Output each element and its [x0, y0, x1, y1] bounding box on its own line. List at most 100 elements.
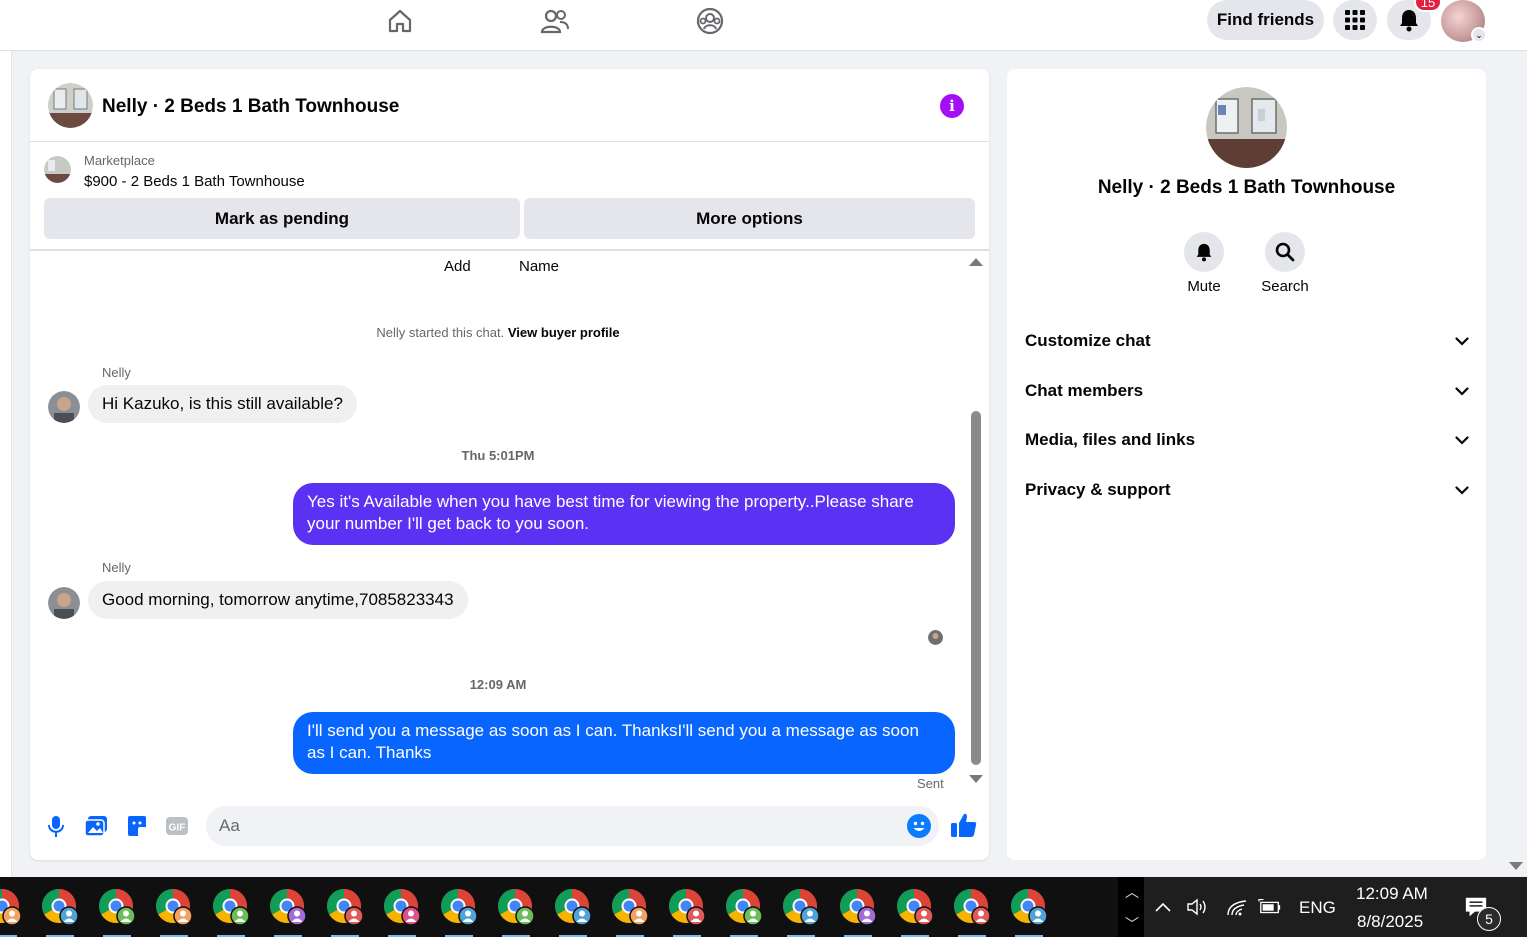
chat-started-text: Nelly started this chat. [376, 325, 505, 340]
chevron-down-icon [1455, 336, 1469, 346]
message-input[interactable] [206, 806, 939, 846]
find-friends-button[interactable]: Find friends [1207, 0, 1324, 40]
battery-icon[interactable] [1258, 895, 1282, 919]
thumbs-up-icon[interactable] [950, 811, 978, 839]
chrome-icon[interactable] [1009, 887, 1049, 937]
message-timestamp: 12:09 AM [469, 677, 527, 692]
friends-icon[interactable] [538, 4, 572, 38]
section-label: Privacy & support [1025, 480, 1171, 499]
search-icon [1275, 242, 1295, 262]
chevron-down-icon [1455, 435, 1469, 445]
chrome-icon[interactable] [496, 887, 536, 937]
action-center-badge: 5 [1477, 907, 1501, 931]
taskbar-app-list [0, 877, 1118, 937]
chrome-icon[interactable] [325, 887, 365, 937]
listing-thumbnail[interactable] [44, 156, 71, 183]
outgoing-message[interactable]: I'll send you a message as soon as I can… [293, 712, 955, 774]
scroll-up-arrow-icon[interactable] [969, 258, 983, 266]
section-label: Customize chat [1025, 331, 1151, 350]
messages-scrollbar[interactable] [969, 258, 983, 788]
search-button[interactable] [1265, 232, 1305, 272]
chrome-icon[interactable] [838, 887, 878, 937]
chrome-icon[interactable] [553, 887, 593, 937]
network-icon[interactable] [1225, 895, 1249, 919]
seen-indicator-avatar [928, 630, 943, 645]
clock-time[interactable]: 12:09 AM [1356, 884, 1428, 904]
home-icon[interactable] [383, 4, 417, 38]
volume-icon[interactable] [1186, 895, 1210, 919]
chrome-icon[interactable] [154, 887, 194, 937]
taskbar-scroll-up-icon[interactable]: ︿ [1121, 881, 1143, 903]
divider [30, 249, 989, 251]
search-label: Search [1261, 278, 1309, 295]
conversation-avatar[interactable] [1206, 87, 1287, 168]
chrome-icon[interactable] [382, 887, 422, 937]
chrome-icon[interactable] [724, 887, 764, 937]
more-options-button[interactable]: More options [524, 198, 975, 239]
chat-panel: Nelly · 2 Beds 1 Bath Townhouse i Market… [30, 69, 989, 860]
svg-text:GIF: GIF [169, 823, 186, 834]
add-label[interactable]: Add [444, 258, 471, 275]
top-navigation-bar: Find friends 15 ⌄ [0, 0, 1527, 51]
view-buyer-profile-link[interactable]: View buyer profile [508, 325, 620, 340]
chrome-icon[interactable] [895, 887, 935, 937]
gif-icon[interactable]: GIF [164, 813, 190, 839]
conversation-info-panel: Nelly · 2 Beds 1 Bath Townhouse Mute Sea… [1007, 69, 1486, 860]
microphone-icon[interactable] [43, 813, 69, 839]
groups-icon[interactable] [693, 4, 727, 38]
customize-chat-section[interactable]: Customize chat [1025, 326, 1469, 356]
sender-name: Nelly [102, 365, 131, 380]
sender-avatar[interactable] [48, 587, 80, 619]
windows-taskbar: ︿ ﹀ ENG 12:09 AM 8/8/2025 5 [0, 877, 1527, 937]
chrome-icon[interactable] [0, 887, 23, 937]
chevron-down-icon[interactable]: ⌄ [1471, 27, 1487, 43]
mute-button[interactable] [1184, 232, 1224, 272]
notification-badge: 15 [1414, 0, 1442, 12]
listing-title[interactable]: $900 - 2 Beds 1 Bath Townhouse [84, 173, 305, 190]
media-files-links-section[interactable]: Media, files and links [1025, 425, 1469, 455]
chrome-icon[interactable] [781, 887, 821, 937]
chevron-down-icon [1455, 386, 1469, 396]
show-hidden-icons-icon[interactable] [1151, 895, 1175, 919]
conversation-name: Nelly · 2 Beds 1 Bath Townhouse [1097, 177, 1396, 198]
mute-label: Mute [1187, 278, 1221, 295]
grid-icon [1345, 10, 1365, 30]
bell-icon [1196, 243, 1212, 262]
chat-members-section[interactable]: Chat members [1025, 376, 1469, 406]
chat-avatar[interactable] [48, 83, 93, 128]
privacy-support-section[interactable]: Privacy & support [1025, 475, 1469, 505]
chrome-icon[interactable] [952, 887, 992, 937]
language-indicator[interactable]: ENG [1299, 898, 1336, 918]
name-label[interactable]: Name [519, 258, 559, 275]
chrome-icon[interactable] [40, 887, 80, 937]
chrome-icon[interactable] [97, 887, 137, 937]
chrome-icon[interactable] [211, 887, 251, 937]
sticker-icon[interactable] [124, 813, 150, 839]
info-icon[interactable]: i [940, 94, 964, 118]
chevron-down-icon [1455, 485, 1469, 495]
incoming-message[interactable]: Hi Kazuko, is this still available? [88, 385, 357, 423]
outgoing-message[interactable]: Yes it's Available when you have best ti… [293, 483, 955, 545]
chrome-icon[interactable] [610, 887, 650, 937]
chrome-icon[interactable] [439, 887, 479, 937]
section-label: Media, files and links [1025, 430, 1196, 449]
taskbar-scroll-down-icon[interactable]: ﹀ [1121, 913, 1143, 935]
incoming-message[interactable]: Good morning, tomorrow anytime,708582334… [88, 581, 468, 619]
menu-grid-button[interactable] [1333, 0, 1377, 40]
chrome-icon[interactable] [667, 887, 707, 937]
bell-icon [1400, 10, 1418, 32]
message-timestamp: Thu 5:01PM [461, 448, 535, 463]
clock-date[interactable]: 8/8/2025 [1357, 912, 1423, 932]
sender-avatar[interactable] [48, 391, 80, 423]
sent-status: Sent [917, 776, 944, 791]
section-label: Chat members [1025, 381, 1144, 400]
page-scroll-down-arrow-icon[interactable] [1509, 862, 1523, 870]
mark-as-pending-button[interactable]: Mark as pending [44, 198, 520, 239]
left-sidebar-edge [0, 51, 12, 877]
photo-icon[interactable] [83, 813, 109, 839]
chat-header: Nelly · 2 Beds 1 Bath Townhouse i [30, 69, 989, 142]
chrome-icon[interactable] [268, 887, 308, 937]
scroll-down-arrow-icon[interactable] [969, 775, 983, 783]
scrollbar-thumb[interactable] [971, 411, 981, 765]
emoji-icon[interactable] [907, 814, 931, 838]
